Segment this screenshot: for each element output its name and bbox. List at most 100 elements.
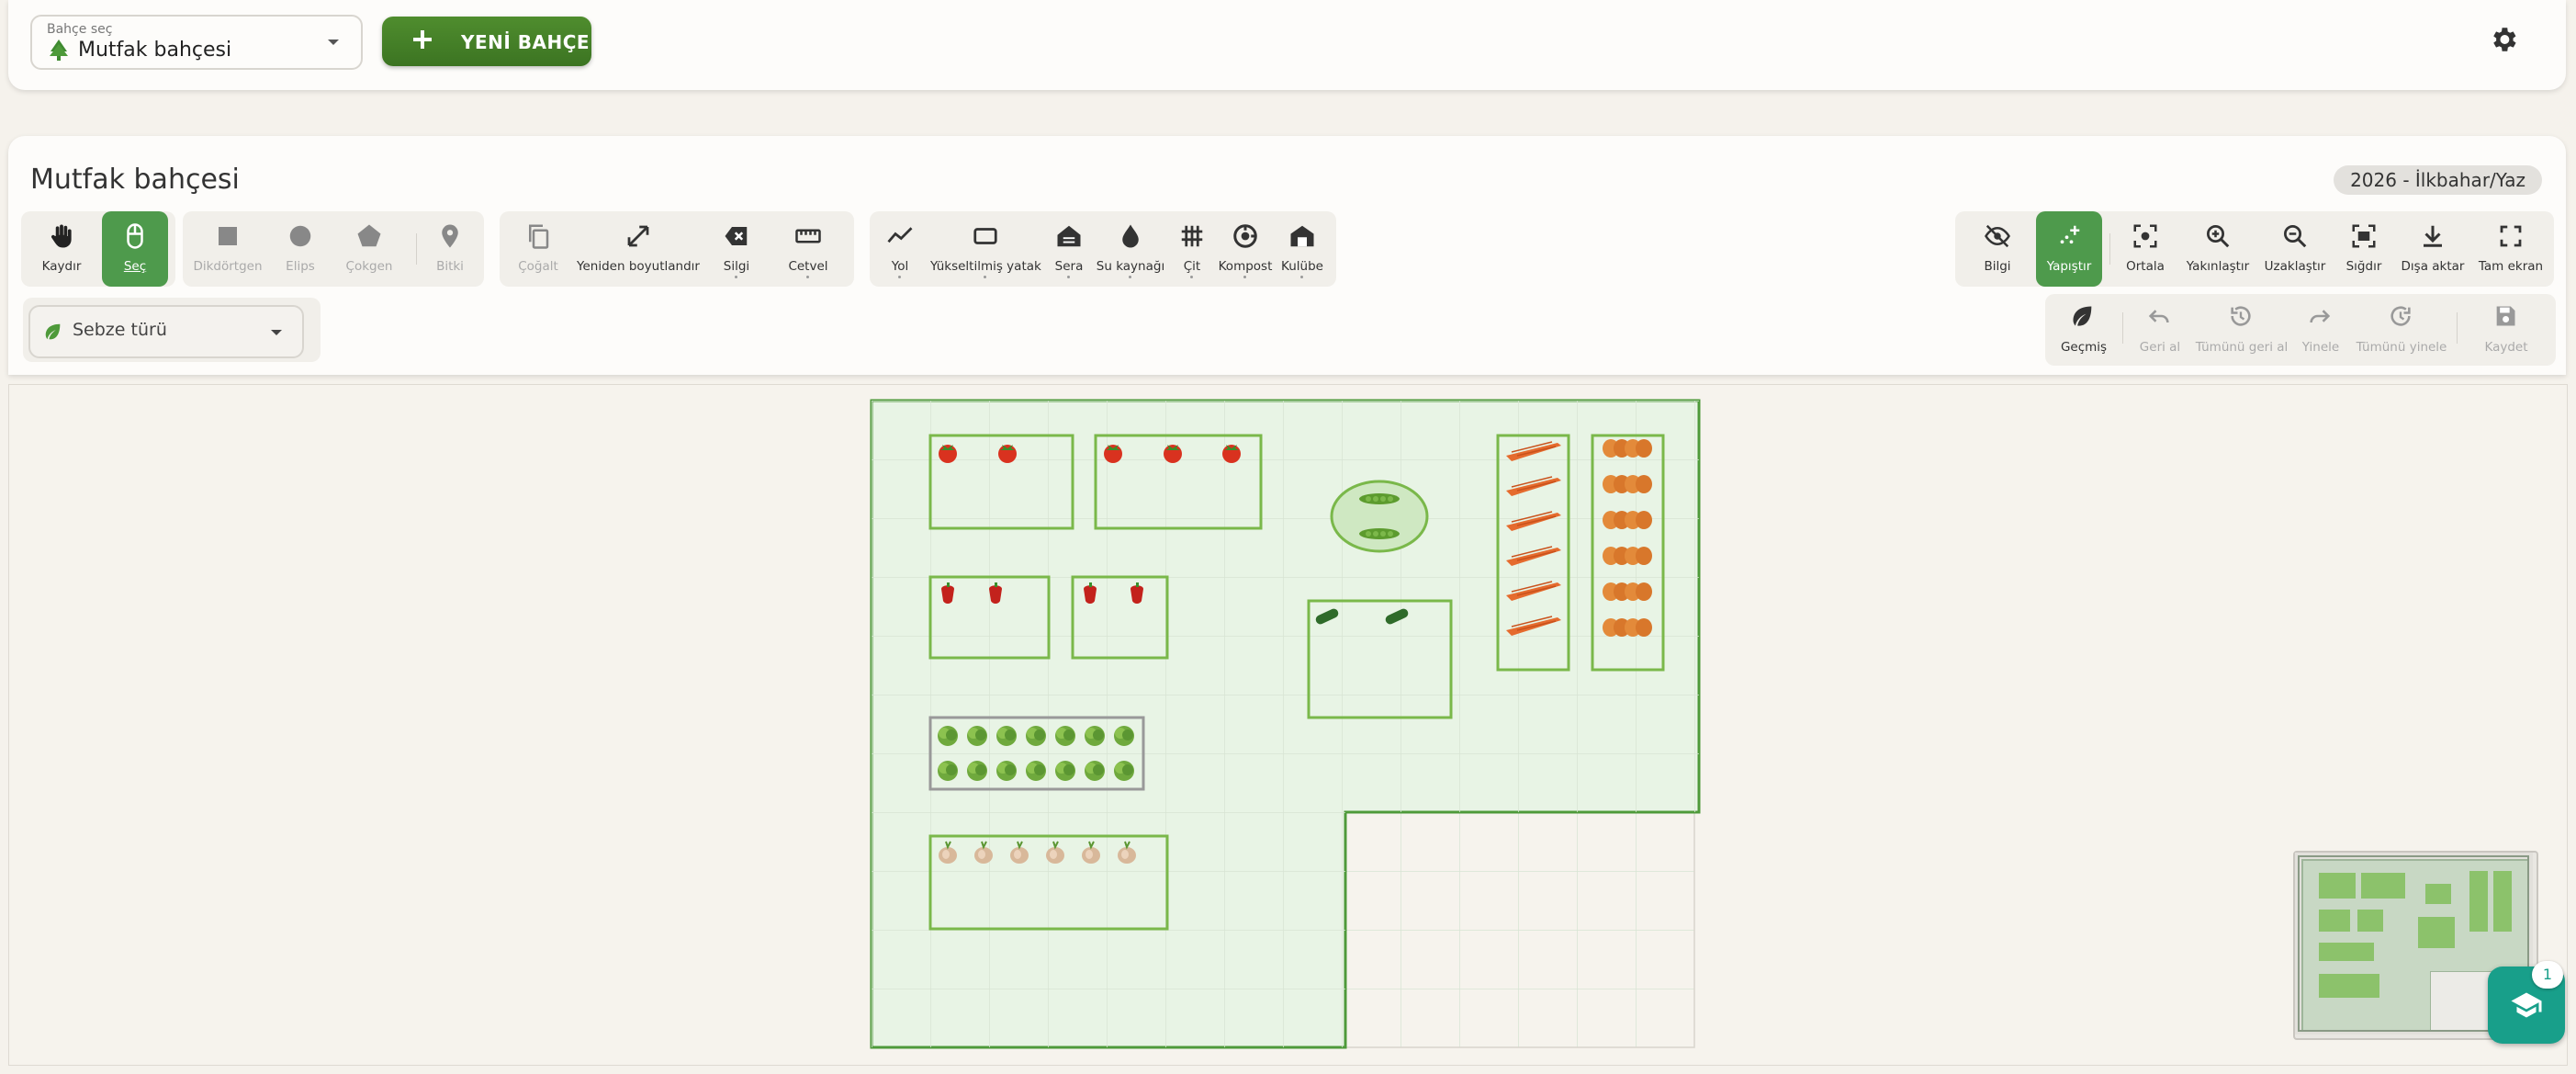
- info-toggle[interactable]: Bilgi: [1968, 211, 2027, 287]
- redo-all-button[interactable]: Tümünü yinele: [2352, 292, 2451, 367]
- zoom-in-button[interactable]: Yakınlaştır: [2181, 211, 2255, 287]
- ellipse-label: Elips: [286, 259, 315, 274]
- undo-all-button[interactable]: Tümünü geri al: [2194, 292, 2289, 367]
- garden-select[interactable]: Bahçe seç Mutfak bahçesi: [30, 15, 363, 70]
- polygon-label: Çokgen: [345, 259, 393, 274]
- redo-icon: [2310, 310, 2331, 323]
- plus-icon: [413, 30, 432, 49]
- zoom-out-icon: [2284, 225, 2307, 248]
- lettuce-plant: [1085, 726, 1105, 746]
- squash-plant: [1603, 511, 1652, 529]
- pan-label: Kaydır: [41, 259, 82, 274]
- undo-button[interactable]: Geri al: [2130, 292, 2190, 367]
- edit-tool-group: Çoğalt Yeniden boyutlandır Silgi Cetvel: [500, 211, 854, 287]
- snap-label: Yapıştır: [2046, 259, 2092, 274]
- history-forward-icon: [2390, 306, 2411, 326]
- snap-toggle[interactable]: Yapıştır: [2036, 211, 2102, 287]
- water-drop-icon: [1122, 224, 1139, 248]
- shed-tool[interactable]: Kulübe: [1276, 211, 1329, 287]
- bed-green-bean[interactable]: [1330, 480, 1429, 553]
- new-garden-button[interactable]: YENİ BAHÇE: [382, 17, 591, 66]
- pan-tool[interactable]: Kaydır: [28, 211, 95, 287]
- zoom-out-button[interactable]: Uzaklaştır: [2258, 211, 2332, 287]
- greenhouse-tool[interactable]: Sera: [1044, 211, 1094, 287]
- lettuce-plant: [1114, 726, 1134, 746]
- nav-tool-group: Kaydır Seç: [21, 211, 175, 287]
- rectangle-label: Dikdörtgen: [193, 259, 263, 274]
- snap-sparkle-icon: [2060, 225, 2080, 244]
- lettuce-plant: [1026, 726, 1046, 746]
- resize-arrows-icon: [627, 225, 649, 247]
- undo-icon: [2148, 310, 2169, 323]
- squash-plant: [1603, 439, 1652, 458]
- fullscreen-icon: [2500, 225, 2522, 247]
- save-button[interactable]: Kaydet: [2466, 292, 2547, 367]
- fence-label: Çit: [1183, 259, 1201, 274]
- lettuce-plant: [1085, 761, 1105, 781]
- zoom-in-label: Yakınlaştır: [2186, 259, 2250, 274]
- raised-bed-label: Yükseltilmiş yatak: [930, 259, 1041, 274]
- fence-tool[interactable]: Çit: [1169, 211, 1215, 287]
- fullscreen-button[interactable]: Tam ekran: [2473, 211, 2548, 287]
- shed-label: Kulübe: [1281, 259, 1323, 274]
- squash-plant: [1603, 618, 1652, 637]
- redo-all-label: Tümünü yinele: [2356, 340, 2447, 355]
- square-icon: [219, 227, 237, 245]
- ellipse-tool[interactable]: Elips: [271, 211, 330, 287]
- lettuce-plant: [938, 726, 958, 746]
- squash-plant: [1603, 547, 1652, 565]
- history-button[interactable]: Geçmiş: [2053, 292, 2115, 367]
- raised-bed-tool[interactable]: Yükseltilmiş yatak: [930, 211, 1041, 287]
- page-title: Mutfak bahçesi: [30, 164, 240, 196]
- polygon-tool[interactable]: Çokgen: [335, 211, 403, 287]
- divider: [2122, 312, 2123, 344]
- select-tool[interactable]: Seç: [102, 211, 168, 287]
- undo-all-label: Tümünü geri al: [2195, 340, 2289, 355]
- plant-label: Bitki: [436, 259, 464, 274]
- path-label: Yol: [891, 259, 909, 274]
- garden-canvas[interactable]: [8, 384, 2568, 1066]
- undo-label: Geri al: [2139, 340, 2181, 355]
- submenu-indicator: [1129, 276, 1131, 278]
- mouse-icon: [127, 223, 143, 249]
- fullscreen-label: Tam ekran: [2478, 259, 2544, 274]
- export-button[interactable]: Dışa aktar: [2398, 211, 2468, 287]
- greenhouse-icon: [1057, 225, 1081, 247]
- resize-tool[interactable]: Yeniden boyutlandır: [577, 211, 700, 287]
- copy-icon: [529, 224, 549, 249]
- gear-icon[interactable]: [2488, 24, 2519, 55]
- eraser-tool[interactable]: Silgi: [707, 211, 766, 287]
- water-source-tool[interactable]: Su kaynağı: [1094, 211, 1167, 287]
- path-tool[interactable]: Yol: [875, 211, 925, 287]
- lettuce-plant: [996, 726, 1017, 746]
- vegetable-type-select[interactable]: Sebze türü: [28, 305, 304, 358]
- info-label: Bilgi: [1984, 259, 2011, 274]
- fit-screen-icon: [2352, 224, 2376, 248]
- redo-button[interactable]: Yinele: [2293, 292, 2348, 367]
- center-label: Ortala: [2126, 259, 2165, 274]
- fit-button[interactable]: Sığdır: [2335, 211, 2392, 287]
- lettuce-plant: [1026, 761, 1046, 781]
- plant-tool[interactable]: Bitki: [423, 211, 477, 287]
- compost-tool[interactable]: Kompost: [1215, 211, 1276, 287]
- shape-tool-group: Dikdörtgen Elips Çokgen Bitki: [183, 211, 484, 287]
- rectangle-tool[interactable]: Dikdörtgen: [190, 211, 265, 287]
- garden-select-value: Mutfak bahçesi: [78, 39, 232, 62]
- ruler-icon: [795, 229, 821, 243]
- squash-plant: [1603, 475, 1652, 493]
- season-badge: 2026 - İlkbahar/Yaz: [2334, 165, 2542, 195]
- tree-icon: [50, 40, 68, 61]
- ruler-tool[interactable]: Cetvel: [775, 211, 841, 287]
- submenu-indicator: [1243, 276, 1246, 278]
- garden-plan[interactable]: [9, 385, 2567, 1065]
- zoom-in-icon: [2207, 225, 2230, 248]
- center-focus-icon: [2133, 224, 2157, 248]
- divider: [416, 233, 417, 265]
- eraser-label: Silgi: [723, 259, 750, 274]
- duplicate-tool[interactable]: Çoğalt: [503, 211, 573, 287]
- center-button[interactable]: Ortala: [2117, 211, 2174, 287]
- submenu-indicator: [735, 276, 737, 278]
- new-garden-label: YENİ BAHÇE: [461, 31, 591, 53]
- history-tool-group: Geçmiş Geri al Tümünü geri al Yinele Tüm…: [2045, 294, 2556, 366]
- ruler-label: Cetvel: [788, 259, 828, 274]
